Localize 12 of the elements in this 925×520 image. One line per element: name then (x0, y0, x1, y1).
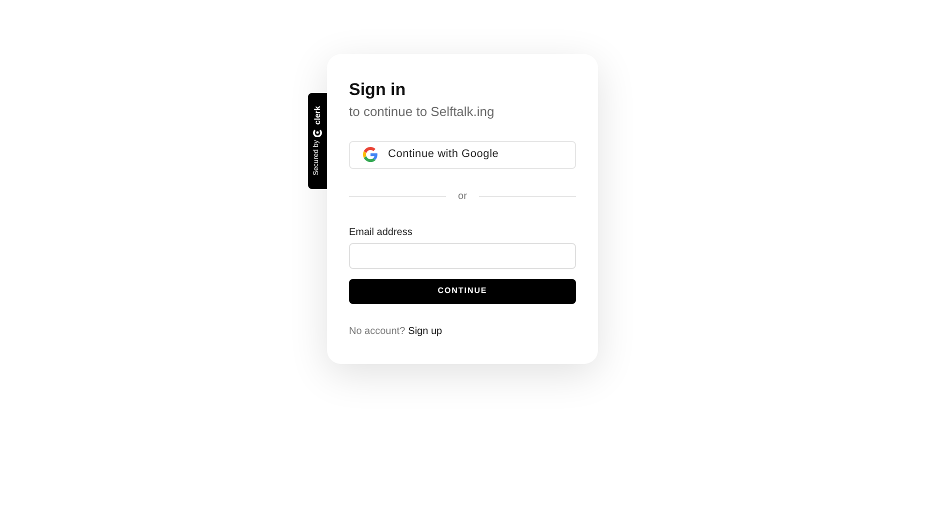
no-account-text: No account? (349, 324, 406, 338)
title: Sign in (349, 80, 407, 100)
email-label: Email address (349, 226, 414, 240)
clerk-logo-icon (313, 128, 322, 138)
brand-name: clerk (312, 106, 322, 126)
email-field[interactable] (349, 242, 576, 268)
continue-button[interactable]: CONTINUE (349, 278, 576, 304)
google-icon (363, 147, 378, 162)
google-sign-in-button[interactable]: Continue with Google (349, 140, 576, 168)
divider-label: or (457, 190, 468, 204)
sign-up-link[interactable]: Sign up (408, 324, 442, 338)
subtitle: to continue to Selftalk.ing (349, 103, 496, 121)
